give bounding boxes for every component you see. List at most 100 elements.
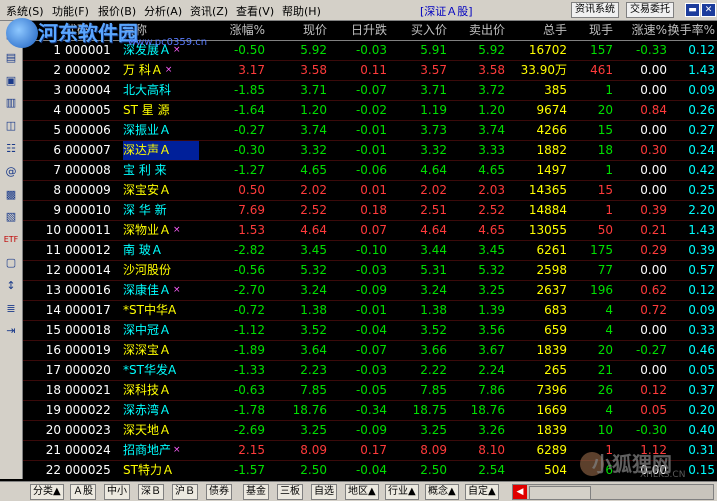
rank-icon[interactable]: ↕ — [3, 278, 19, 294]
stock-name[interactable]: 深 华 新 — [123, 201, 199, 220]
stock-name[interactable]: 深宝安Ａ — [123, 181, 199, 200]
stock-name[interactable]: 深振业Ａ — [123, 121, 199, 140]
stock-name[interactable]: 深物业Ａ × — [123, 221, 199, 240]
price-cell-buy: 2.51 — [387, 201, 447, 220]
table-row[interactable]: 20 000023 深天地Ａ -2.69 3.25 -0.09 3.25 3.26 1839 10… — [23, 421, 717, 441]
stock-name[interactable]: 深天地Ａ — [123, 421, 199, 440]
stock-name[interactable]: ST 星 源 — [123, 101, 199, 120]
chart-icon[interactable]: ▤ — [3, 50, 19, 66]
stock-name[interactable]: 深科技Ａ — [123, 381, 199, 400]
stock-name[interactable]: 深达声Ａ — [123, 141, 199, 160]
stock-name[interactable]: 万 科Ａ × — [123, 61, 199, 80]
menu-help[interactable]: 帮助(H) — [282, 3, 321, 19]
bottom-tab[interactable]: 行业▲ — [385, 484, 419, 500]
bottom-tab[interactable]: 基金 — [243, 484, 269, 500]
stock-name[interactable]: 招商地产 × — [123, 441, 199, 460]
price-cell-diff: 0.07 — [327, 221, 387, 240]
calendar-icon[interactable]: ▣ — [3, 73, 19, 89]
speed: 0.00 — [613, 121, 667, 140]
column-header[interactable]: 现价 — [265, 21, 327, 40]
table-row[interactable]: 16 000019 深深宝Ａ -1.89 3.64 -0.07 3.66 3.67 1839 20… — [23, 341, 717, 361]
stock-name[interactable]: 南 玻Ａ — [123, 241, 199, 260]
minimize-icon[interactable]: ▬ — [685, 3, 700, 17]
price-cell-buy: 1.19 — [387, 101, 447, 120]
table-row[interactable]: 8 000009 深宝安Ａ 0.50 2.02 0.01 2.02 2.03 14365 15 0.… — [23, 181, 717, 201]
menu-info[interactable]: 资讯(Z) — [190, 3, 228, 19]
bottom-tab[interactable]: 概念▲ — [425, 484, 459, 500]
menu-analysis[interactable]: 分析(A) — [144, 3, 182, 19]
price-cell-price: 18.76 — [265, 401, 327, 420]
bottom-tab[interactable]: 债券 — [206, 484, 232, 500]
table-row[interactable]: 3 000004 北大高科 -1.85 3.71 -0.07 3.71 3.72 385 1 0.0… — [23, 81, 717, 101]
stats-icon[interactable]: ▩ — [3, 187, 19, 203]
menu-view[interactable]: 查看(V) — [236, 3, 274, 19]
table-row[interactable]: 18 000021 深科技Ａ -0.63 7.85 -0.05 7.85 7.86 7396 26… — [23, 381, 717, 401]
stock-name[interactable]: 宝 利 来 — [123, 161, 199, 180]
stock-name[interactable]: 深康佳Ａ × — [123, 281, 199, 300]
money-icon[interactable]: ☷ — [3, 141, 19, 157]
table-row[interactable]: 15 000018 深中冠Ａ -1.12 3.52 -0.04 3.52 3.56 659 4 0.… — [23, 321, 717, 341]
table-row[interactable]: 12 000014 沙河股份 -0.56 5.32 -0.03 5.31 5.32 2598 77… — [23, 261, 717, 281]
table-row[interactable]: 19 000022 深赤湾Ａ -1.78 18.76 -0.34 18.75 18.76 166… — [23, 401, 717, 421]
cell-text: 深科技Ａ — [123, 383, 172, 397]
column-header[interactable]: 换手率% — [667, 21, 715, 40]
bottom-tab[interactable]: 自定▲ — [465, 484, 499, 500]
scroll-left-icon[interactable]: ◀ — [513, 485, 527, 499]
cell-text: 15 — [597, 183, 613, 197]
at-icon[interactable]: @ — [3, 164, 19, 180]
list-icon[interactable]: ≣ — [3, 301, 19, 317]
table-row[interactable]: 13 000016 深康佳Ａ × -2.70 3.24 -0.09 3.24 3.25 2637 1… — [23, 281, 717, 301]
price-cell-sell: 2.03 — [447, 181, 505, 200]
horizontal-scrollbar[interactable]: ◀ — [512, 484, 714, 500]
close-icon[interactable]: ✕ — [701, 3, 716, 17]
table-row[interactable]: 14 000017 *ST中华A -0.72 1.38 -0.01 1.38 1.39 683 4… — [23, 301, 717, 321]
table-icon[interactable]: ▥ — [3, 95, 19, 111]
bottom-tab[interactable]: 分类▲ — [30, 484, 64, 500]
speed: 0.00 — [613, 61, 667, 80]
bottom-tab[interactable]: 三板 — [277, 484, 303, 500]
table-row[interactable]: 10 000011 深物业Ａ × 1.53 4.64 0.07 4.64 4.65 13055 50… — [23, 221, 717, 241]
exit-icon[interactable]: ⇥ — [3, 323, 19, 339]
cell-text: 0.01 — [360, 183, 387, 197]
stock-name[interactable]: 深中冠Ａ — [123, 321, 199, 340]
table-row[interactable]: 11 000012 南 玻Ａ -2.82 3.45 -0.10 3.44 3.45 6261 17… — [23, 241, 717, 261]
table-row[interactable]: 5 000006 深振业Ａ -0.27 3.74 -0.01 3.73 3.74 4266 15 0… — [23, 121, 717, 141]
stock-name[interactable]: *ST华发A — [123, 361, 199, 380]
cell-text: 3.45 — [300, 243, 327, 257]
cell-text: 1.19 — [420, 103, 447, 117]
stock-name[interactable]: 深深宝Ａ — [123, 341, 199, 360]
bottom-tab[interactable]: 深Ｂ — [138, 484, 164, 500]
book-icon[interactable]: ▧ — [3, 209, 19, 225]
stock-name[interactable]: 沙河股份 — [123, 261, 199, 280]
table-row[interactable]: 2 000002 万 科Ａ × 3.17 3.58 0.11 3.57 3.58 33.90万 46… — [23, 61, 717, 81]
stock-name[interactable]: 深赤湾Ａ — [123, 401, 199, 420]
price-cell-buy: 3.73 — [387, 121, 447, 140]
column-header[interactable]: 日升跌 — [327, 21, 387, 40]
bottom-tab[interactable]: Ａ股 — [70, 484, 96, 500]
column-header[interactable]: 买入价 — [387, 21, 447, 40]
table-row[interactable]: 9 000010 深 华 新 7.69 2.52 0.18 2.51 2.52 14884 1 0.… — [23, 201, 717, 221]
stock-name[interactable]: 北大高科 — [123, 81, 199, 100]
stock-name[interactable]: ST特力Ａ — [123, 461, 199, 479]
table-row[interactable]: 7 000008 宝 利 来 -1.27 4.65 -0.06 4.64 4.65 1497 1 0… — [23, 161, 717, 181]
stock-name[interactable]: *ST中华A — [123, 301, 199, 320]
table-row[interactable]: 17 000020 *ST华发A -1.33 2.23 -0.03 2.22 2.24 265 2… — [23, 361, 717, 381]
column-header[interactable]: 总手 — [505, 21, 567, 40]
info-system-button[interactable]: 资讯系统 — [571, 2, 619, 18]
scroll-thumb[interactable] — [529, 486, 591, 500]
table-row[interactable]: 6 000007 深达声Ａ -0.30 3.32 -0.01 3.32 3.33 1882 18 0… — [23, 141, 717, 161]
box-icon[interactable]: ▢ — [3, 255, 19, 271]
bottom-tab[interactable]: 地区▲ — [345, 484, 379, 500]
note-icon[interactable]: ◫ — [3, 118, 19, 134]
column-header[interactable]: 涨幅% — [199, 21, 265, 40]
bottom-tab[interactable]: 中小 — [104, 484, 130, 500]
trade-order-button[interactable]: 交易委托 — [626, 2, 674, 18]
price-cell-chg: 0.50 — [199, 181, 265, 200]
column-header[interactable]: 涨速% — [613, 21, 667, 40]
table-row[interactable]: 4 000005 ST 星 源 -1.64 1.20 -0.02 1.19 1.20 9674 2… — [23, 101, 717, 121]
column-header[interactable]: 现手 — [567, 21, 613, 40]
bottom-tab[interactable]: 自选 — [311, 484, 337, 500]
column-header[interactable]: 卖出价 — [447, 21, 505, 40]
bottom-tab[interactable]: 沪Ｂ — [172, 484, 198, 500]
etf-icon[interactable]: ETF — [3, 232, 19, 248]
